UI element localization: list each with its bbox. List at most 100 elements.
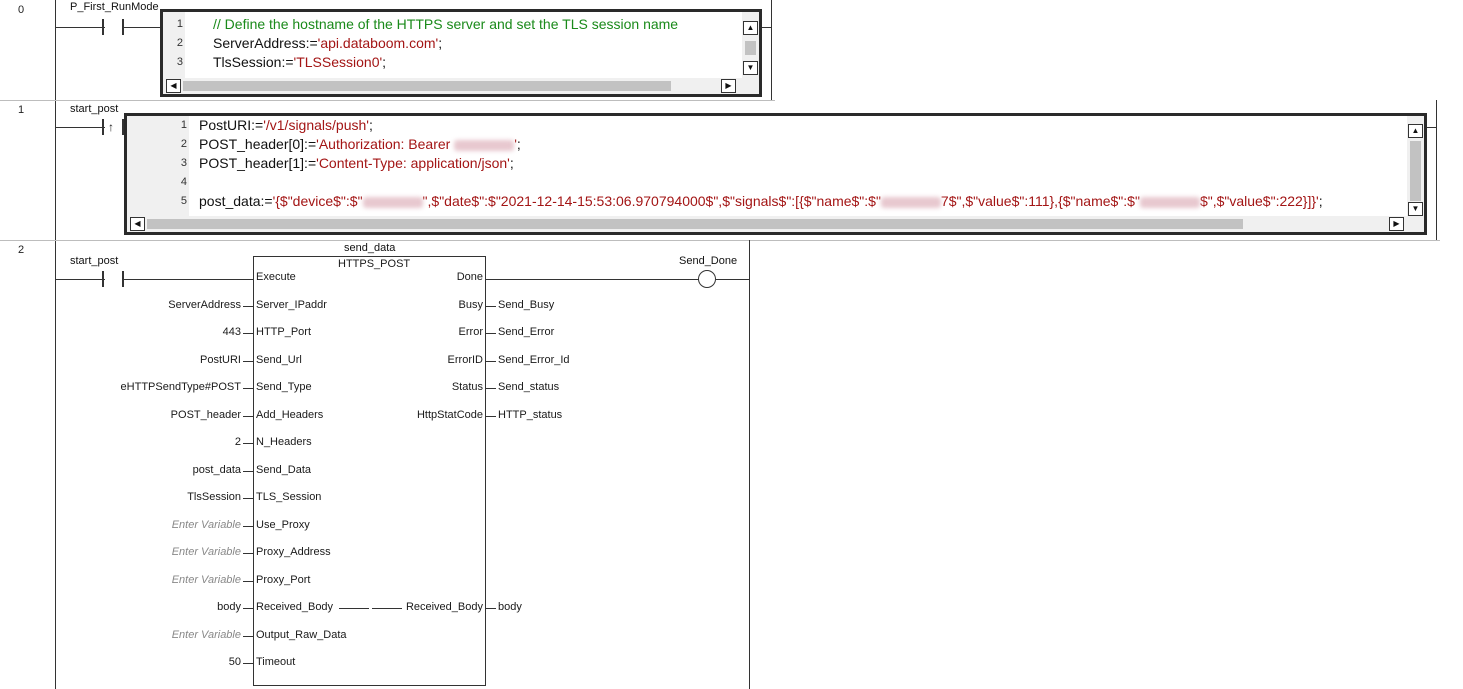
horizontal-scrollbar[interactable]: ◀ ▶ (127, 216, 1424, 232)
output-variable[interactable]: Send_Error (498, 326, 554, 338)
code-token: 'api.databoom.com' (317, 35, 439, 51)
code-token: post_data:= (199, 193, 273, 209)
pin-wire (243, 525, 253, 527)
contact-label: start_post (70, 255, 119, 267)
input-variable[interactable]: post_data (193, 464, 241, 476)
fb-output-pin: HttpStatCode (416, 408, 483, 421)
code-token: '/v1/signals/push' (263, 117, 369, 133)
input-variable[interactable]: 443 (223, 326, 241, 338)
contact-label: start_post (70, 103, 119, 115)
input-variable[interactable]: ServerAddress (168, 299, 241, 311)
code-token: 'Authorization: Bearer (316, 136, 455, 152)
enter-variable-placeholder[interactable]: Enter Variable (172, 629, 241, 641)
pin-wire (486, 388, 496, 389)
pin-wire (243, 443, 253, 444)
st-code-box[interactable]: 1 PostURI:='/v1/signals/push'; 2 POST_heade… (124, 113, 1427, 235)
pin-wire (243, 580, 253, 582)
scroll-up-icon[interactable]: ▲ (743, 21, 758, 35)
fb-input-pin: Proxy_Address (256, 546, 331, 558)
fb-input-pin: Send_Url (256, 353, 302, 366)
fb-input-pin: Execute (256, 271, 296, 283)
input-variable[interactable]: 50 (229, 656, 241, 668)
redacted-text (1139, 196, 1200, 208)
output-variable[interactable]: body (498, 601, 522, 613)
input-variable[interactable]: eHTTPSendType#POST (121, 381, 241, 393)
code-token: PostURI:= (199, 117, 264, 133)
no-contact[interactable] (102, 19, 126, 35)
output-variable[interactable]: Send_Busy (498, 299, 554, 311)
redacted-text (362, 196, 423, 208)
pin-wire (243, 388, 253, 389)
line-number: 3 (176, 56, 183, 68)
fb-input-pin: Send_Type (256, 381, 312, 393)
scroll-left-icon[interactable]: ◀ (166, 79, 181, 93)
fb-input-pin: Received_Body (256, 601, 334, 613)
line-number: 1 (176, 18, 183, 30)
enter-variable-placeholder[interactable]: Enter Variable (172, 519, 241, 531)
scroll-right-icon[interactable]: ▶ (1389, 217, 1404, 231)
fb-input-pin: TLS_Session (256, 491, 322, 503)
output-coil[interactable] (698, 270, 716, 288)
code-token: POST_header[0]:= (199, 136, 317, 152)
fb-instance-name[interactable]: send_data (344, 242, 395, 254)
pin-wire (486, 333, 496, 334)
fb-input-pin: Proxy_Port (256, 573, 311, 586)
line-number: 3 (180, 157, 187, 169)
input-variable[interactable]: TlsSession (187, 491, 241, 503)
scroll-down-icon[interactable]: ▼ (1408, 202, 1423, 216)
output-variable[interactable]: Send_status (498, 381, 559, 393)
code-token: ",$"date$":$"2021-12-14-15:53:06.9707940… (422, 193, 881, 209)
rung-number: 1 (18, 104, 25, 116)
rising-edge-contact[interactable]: ↑ (102, 119, 126, 135)
code-token: ; (509, 155, 514, 171)
code-token: 7$",$"value$":111},{$"name$":$" (940, 193, 1140, 209)
code-token: ; (382, 54, 387, 70)
no-contact[interactable] (102, 271, 126, 287)
output-variable[interactable]: Send_Error_Id (498, 354, 570, 366)
fb-input-pin: HTTP_Port (256, 326, 312, 338)
pin-wire (486, 608, 496, 609)
fb-input-pin: Send_Data (256, 463, 312, 476)
code-token: ; (1318, 193, 1323, 209)
code-token: POST_header[1]:= (199, 155, 317, 171)
input-variable[interactable]: PostURI (200, 354, 241, 366)
fb-output-pin: Received_Body (405, 601, 483, 613)
code-token: '{$"device$":$" (272, 193, 363, 209)
scroll-down-icon[interactable]: ▼ (743, 61, 758, 75)
redacted-text (454, 139, 515, 151)
coil-label: Send_Done (679, 255, 738, 267)
rising-edge-icon: ↑ (108, 120, 114, 134)
horizontal-scrollbar[interactable]: ◀ ▶ (163, 78, 759, 94)
fb-type: HTTPS_POST (338, 258, 411, 270)
pin-wire (243, 470, 253, 472)
vertical-scrollbar[interactable]: ▲ ▼ (742, 12, 759, 78)
output-variable[interactable]: HTTP_status (498, 409, 562, 421)
pin-wire (243, 415, 253, 417)
line-number: 4 (180, 176, 187, 188)
input-variable[interactable]: body (217, 601, 241, 613)
vertical-scrollbar[interactable]: ▲ ▼ (1407, 116, 1424, 216)
code-token: ; (368, 117, 373, 133)
inout-connector (372, 608, 402, 609)
input-variable[interactable]: 2 (235, 436, 241, 448)
pin-wire (243, 360, 253, 362)
pin-wire (486, 305, 496, 307)
left-power-rail (55, 0, 56, 689)
scroll-right-icon[interactable]: ▶ (721, 79, 736, 93)
code-token: TlsSession:= (213, 54, 294, 70)
code-token: ; (516, 136, 521, 152)
line-number: 1 (180, 119, 187, 131)
inout-connector (339, 608, 369, 609)
enter-variable-placeholder[interactable]: Enter Variable (172, 574, 241, 586)
line-number: 2 (176, 37, 183, 49)
input-variable[interactable]: POST_header (171, 409, 241, 421)
scroll-up-icon[interactable]: ▲ (1408, 124, 1423, 138)
pin-wire (486, 415, 496, 417)
code-token: // Define the hostname of the HTTPS serv… (213, 16, 679, 32)
enter-variable-placeholder[interactable]: Enter Variable (172, 546, 241, 558)
fb-input-pin: Use_Proxy (256, 518, 310, 531)
fb-output-pin: Error (458, 326, 483, 338)
st-code-box[interactable]: 1 // Define the hostname of the HTTPS ser… (160, 9, 762, 97)
fb-input-pin: Server_IPaddr (256, 298, 327, 311)
scroll-left-icon[interactable]: ◀ (130, 217, 145, 231)
